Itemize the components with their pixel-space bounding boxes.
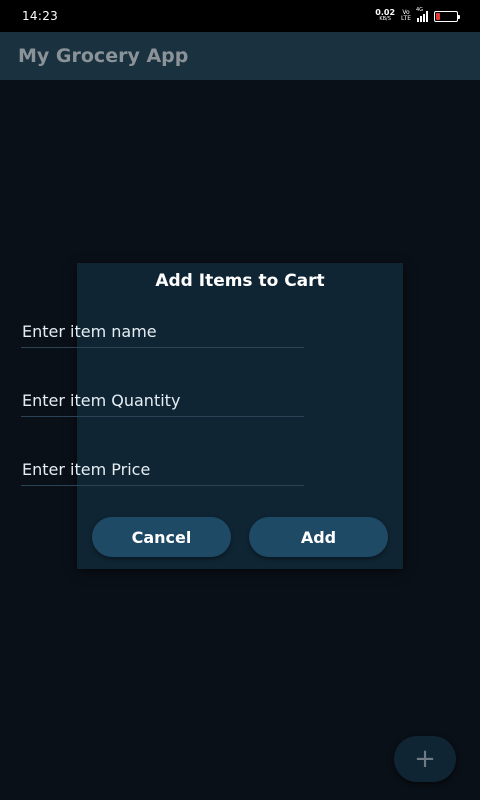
- signal-bar: [423, 14, 425, 22]
- volte-bottom-label: LTE: [401, 15, 411, 22]
- signal-bar: [420, 16, 422, 22]
- add-item-fab[interactable]: +: [394, 736, 456, 782]
- status-time: 14:23: [22, 9, 59, 23]
- add-button[interactable]: Add: [249, 517, 388, 557]
- signal-bar: [426, 11, 428, 22]
- status-icons: 0.02 KB/S Vo LTE 4G: [375, 7, 460, 23]
- signal-strength-icon: 4G: [416, 7, 428, 22]
- item-name-input[interactable]: [21, 312, 304, 347]
- dialog-title: Add Items to Cart: [155, 271, 325, 291]
- cancel-button[interactable]: Cancel: [92, 517, 231, 557]
- item-name-field: [21, 312, 304, 348]
- app-bar: My Grocery App: [0, 32, 480, 80]
- volte-icon: Vo LTE: [401, 10, 411, 22]
- battery-icon: [434, 10, 460, 22]
- network-speed-value: 0.02: [375, 8, 396, 17]
- battery-level: [436, 12, 440, 20]
- signal-bar: [417, 18, 419, 22]
- network-speed-unit: KB/S: [379, 16, 391, 22]
- item-price-input[interactable]: [21, 450, 304, 485]
- status-bar: 14:23 0.02 KB/S Vo LTE 4G: [0, 0, 480, 32]
- network-speed-indicator: 0.02 KB/S: [375, 9, 395, 23]
- app-title: My Grocery App: [18, 45, 189, 67]
- item-quantity-field: [21, 381, 304, 417]
- item-price-field: [21, 450, 304, 486]
- network-type-label: 4G: [416, 7, 424, 13]
- item-quantity-input[interactable]: [21, 381, 304, 416]
- plus-icon: +: [414, 744, 436, 774]
- screen: 14:23 0.02 KB/S Vo LTE 4G My Grocery App…: [0, 0, 480, 800]
